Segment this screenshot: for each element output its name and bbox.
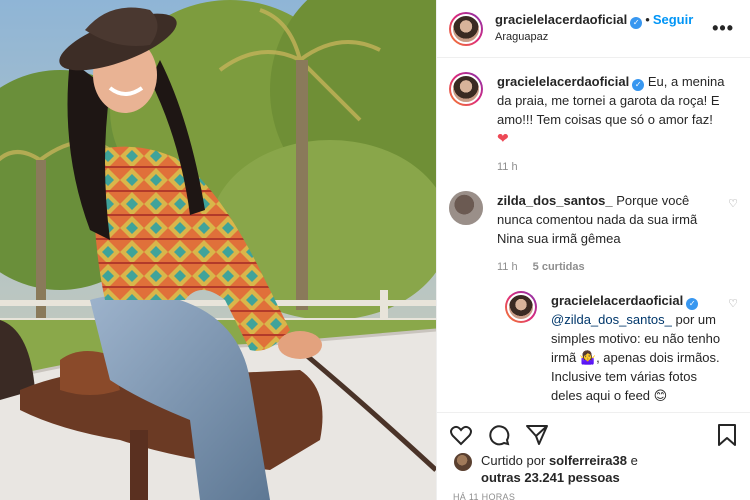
reply-mention[interactable]: @zilda_dos_santos_ — [551, 312, 672, 327]
comment-bubble-icon[interactable] — [487, 423, 511, 450]
likes-others[interactable]: outras 23.241 pessoas — [481, 470, 620, 485]
likes-middle: e — [630, 453, 638, 468]
post-side-panel: gracielelacerdaoficial ✓ • Seguir Araguapaz… — [436, 0, 750, 500]
commenter-avatar[interactable] — [449, 191, 483, 225]
reply-username[interactable]: gracielelacerdaoficial — [551, 293, 683, 308]
post-photo[interactable] — [0, 0, 436, 500]
caption-username[interactable]: gracielelacerdaoficial — [497, 74, 629, 89]
like-comment-icon[interactable]: ♡ — [724, 197, 738, 277]
verified-badge-icon: ✓ — [686, 298, 699, 310]
reply-item: gracielelacerdaoficial ✓ @zilda_dos_santo… — [505, 291, 738, 405]
likes-text: Curtido por solferreira38 e outras 23.24… — [481, 452, 638, 486]
action-bar — [437, 412, 750, 450]
likes-summary: Curtido por solferreira38 e outras 23.24… — [453, 452, 738, 486]
save-bookmark-icon[interactable] — [716, 423, 738, 450]
author-username[interactable]: gracielelacerdaoficial — [495, 12, 627, 27]
verified-badge-icon: ✓ — [630, 17, 643, 29]
comments-section: gracielelacerdaoficial ✓ Eu, a menina da … — [437, 58, 750, 412]
author-avatar[interactable] — [449, 11, 483, 46]
caption-time[interactable]: 11 h — [497, 161, 518, 173]
likes-user[interactable]: solferreira38 — [549, 453, 627, 468]
post-location[interactable]: Araguapaz — [495, 29, 708, 45]
reply-body: gracielelacerdaoficial ✓ @zilda_dos_santo… — [551, 291, 724, 405]
comment-likes[interactable]: 5 curtidas — [533, 261, 585, 273]
reply-avatar[interactable] — [505, 291, 537, 323]
post-header: gracielelacerdaoficial ✓ • Seguir Araguapaz… — [437, 0, 750, 58]
share-paper-plane-icon[interactable] — [525, 423, 549, 450]
caption: gracielelacerdaoficial ✓ Eu, a menina da … — [449, 72, 738, 177]
comment-item: zilda_dos_santos_ Porque você nunca come… — [449, 191, 738, 277]
verified-badge-icon: ✓ — [632, 79, 645, 91]
separator-dot: • — [645, 12, 650, 27]
header-text: gracielelacerdaoficial ✓ • Seguir Araguapaz — [495, 12, 708, 45]
follow-button[interactable]: Seguir — [653, 12, 693, 27]
red-heart-emoji: ❤ — [497, 130, 509, 146]
caption-body: gracielelacerdaoficial ✓ Eu, a menina da … — [497, 72, 738, 177]
like-reply-icon[interactable]: ♡ — [724, 297, 738, 405]
instagram-post: gracielelacerdaoficial ✓ • Seguir Araguapaz… — [0, 0, 750, 500]
comment-username[interactable]: zilda_dos_santos_ — [497, 193, 613, 208]
comment-time[interactable]: 11 h — [497, 261, 518, 273]
liker-avatar[interactable] — [453, 452, 473, 472]
more-options-icon[interactable]: ••• — [708, 18, 738, 39]
post-timestamp[interactable]: HÁ 11 HORAS — [453, 492, 515, 500]
comment-meta: 11 h 5 curtidas — [497, 258, 724, 277]
photo-illustration — [0, 0, 436, 500]
likes-prefix: Curtido por — [481, 453, 546, 468]
caption-avatar[interactable] — [449, 72, 483, 106]
caption-meta: 11 h — [497, 158, 738, 177]
like-heart-icon[interactable] — [449, 423, 473, 450]
comment-body: zilda_dos_santos_ Porque você nunca come… — [497, 191, 724, 277]
